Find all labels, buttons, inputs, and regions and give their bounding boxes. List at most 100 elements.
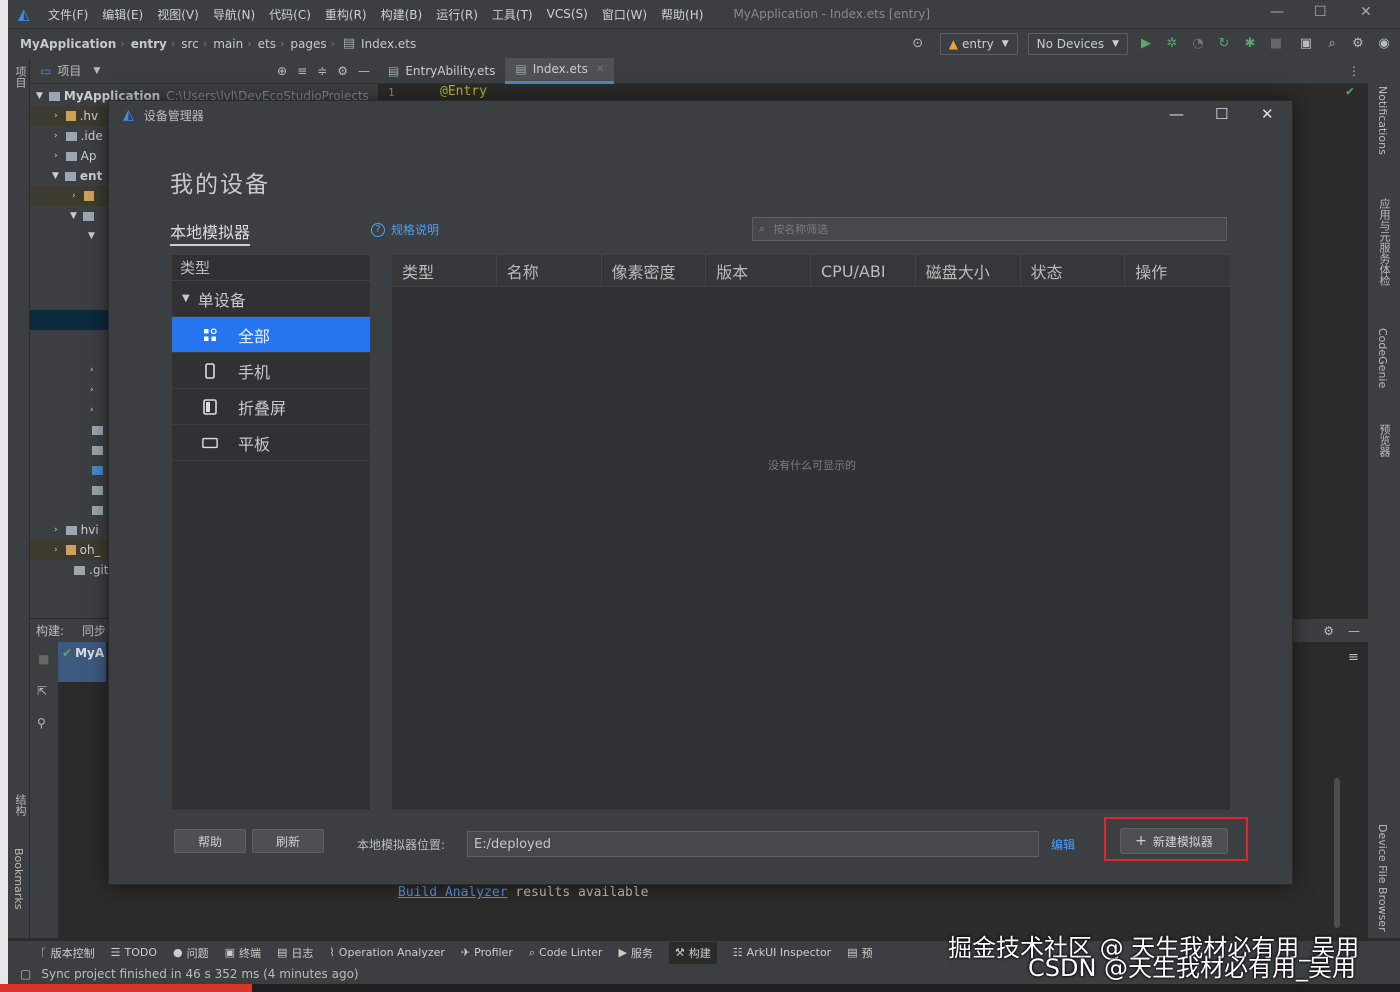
device-select[interactable]: No Devices ▼: [1027, 32, 1128, 55]
category-tablet[interactable]: 平板: [172, 425, 370, 461]
menu-view[interactable]: 视图(V): [157, 6, 199, 23]
column-status[interactable]: 状态: [1021, 255, 1126, 287]
open-external-icon[interactable]: ⇱: [37, 684, 47, 698]
build-analyzer-link[interactable]: Build Analyzer: [398, 885, 508, 900]
run-icon[interactable]: ▶: [1138, 36, 1154, 52]
menu-code[interactable]: 代码(C): [269, 6, 311, 23]
locate-icon[interactable]: ⊕: [277, 64, 287, 78]
stripe-app-check-tab[interactable]: 应用与元服务体检: [1376, 198, 1392, 286]
edit-link[interactable]: 编辑: [1051, 836, 1075, 853]
breadcrumb-pages[interactable]: pages: [290, 37, 326, 51]
tool-build[interactable]: ⚒ 构建: [668, 941, 717, 964]
tool-arkui-inspector[interactable]: ☷ ArkUI Inspector: [733, 946, 831, 959]
stripe-codegenie-tab[interactable]: CodeGenie: [1376, 328, 1389, 388]
tool-log[interactable]: ▤ 日志: [277, 945, 313, 961]
column-actions[interactable]: 操作: [1125, 255, 1230, 287]
new-emulator-button[interactable]: + 新建模拟器: [1120, 828, 1228, 854]
hide-icon[interactable]: —: [358, 64, 370, 78]
menu-help[interactable]: 帮助(H): [661, 6, 703, 23]
debug-icon[interactable]: ✲: [1164, 36, 1180, 52]
scrollbar[interactable]: [1334, 778, 1340, 928]
tool-problems[interactable]: ● 问题: [173, 945, 209, 961]
profile-icon[interactable]: ✱: [1242, 36, 1258, 52]
column-cpu-abi[interactable]: CPU/ABI: [811, 255, 916, 287]
editor-area[interactable]: 1 @Entry ✔: [378, 84, 1368, 100]
category-foldable[interactable]: 折叠屏: [172, 389, 370, 425]
hide-icon[interactable]: —: [1348, 624, 1360, 638]
tool-code-linter[interactable]: ⌕ Code Linter: [529, 946, 603, 960]
account-icon[interactable]: ◉: [1376, 36, 1392, 52]
menu-tools[interactable]: 工具(T): [492, 6, 533, 23]
maximize-icon[interactable]: ☐: [1314, 4, 1327, 20]
column-type[interactable]: 类型: [392, 255, 497, 287]
status-toggle-icon[interactable]: ▢: [20, 967, 31, 981]
tool-preview[interactable]: ▤ 预: [847, 945, 872, 961]
gear-icon[interactable]: ⚙: [1323, 624, 1334, 638]
column-name[interactable]: 名称: [497, 255, 602, 287]
refresh-button[interactable]: 刷新: [252, 829, 324, 853]
menu-refactor[interactable]: 重构(R): [325, 6, 367, 23]
gear-icon[interactable]: ⚙: [337, 64, 348, 78]
stripe-project-tab[interactable]: 项目: [12, 66, 28, 88]
stripe-notifications-tab[interactable]: Notifications: [1376, 86, 1389, 155]
menu-edit[interactable]: 编辑(E): [102, 6, 143, 23]
tool-todo[interactable]: ☰ TODO: [111, 946, 157, 959]
search-icon[interactable]: ⌕: [1324, 36, 1340, 52]
help-button[interactable]: 帮助: [174, 829, 246, 853]
menu-file[interactable]: 文件(F): [48, 6, 88, 23]
more-icon[interactable]: ⋮: [1348, 64, 1360, 78]
menu-vcs[interactable]: VCS(S): [547, 7, 588, 21]
search-input[interactable]: ⌕ 按名称筛选: [752, 217, 1227, 241]
breadcrumb-src[interactable]: src: [181, 37, 199, 51]
minimize-icon[interactable]: —: [1169, 105, 1184, 123]
build-sync-tab[interactable]: 同步: [82, 622, 106, 639]
breadcrumb-module[interactable]: entry: [131, 37, 167, 51]
tool-operation-analyzer[interactable]: ⌇ Operation Analyzer: [329, 946, 444, 959]
column-density[interactable]: 像素密度: [602, 255, 707, 287]
reload-icon[interactable]: ↻: [1216, 36, 1232, 52]
tool-profiler[interactable]: ✈ Profiler: [461, 946, 513, 959]
tool-vcs[interactable]: ᚴ 版本控制: [40, 945, 95, 961]
column-disk-size[interactable]: 磁盘大小: [916, 255, 1021, 287]
category-all[interactable]: 全部: [172, 317, 370, 353]
device-manager-icon[interactable]: ▣: [1298, 36, 1314, 52]
close-tab-icon[interactable]: ✕: [596, 64, 604, 75]
stop-icon[interactable]: ■: [1268, 36, 1284, 52]
stripe-previewer-tab[interactable]: 预览器: [1376, 424, 1392, 457]
tool-services[interactable]: ▶ 服务: [618, 945, 652, 961]
spec-link[interactable]: ? 规格说明: [371, 221, 439, 238]
menu-run[interactable]: 运行(R): [436, 6, 478, 23]
menu-navigate[interactable]: 导航(N): [213, 6, 255, 23]
collapse-all-icon[interactable]: ≑: [317, 64, 327, 78]
close-icon[interactable]: ✕: [1261, 105, 1274, 123]
breadcrumb-ets[interactable]: ets: [258, 37, 276, 51]
soft-wrap-icon[interactable]: ≡: [1348, 650, 1359, 665]
minimize-icon[interactable]: —: [1270, 4, 1284, 20]
menu-window[interactable]: 窗口(W): [602, 6, 647, 23]
breadcrumb-project[interactable]: MyApplication: [20, 37, 116, 51]
stop-icon[interactable]: ■: [38, 652, 49, 666]
close-icon[interactable]: ✕: [1360, 4, 1372, 20]
chevron-down-icon[interactable]: ▼: [93, 66, 100, 76]
run-config-select[interactable]: ▲ entry ▼: [939, 32, 1018, 55]
tab-entryability[interactable]: ▤ EntryAbility.ets: [378, 58, 505, 84]
attach-icon[interactable]: ◔: [1190, 36, 1206, 52]
menu-build[interactable]: 构建(B): [381, 6, 423, 23]
gear-icon[interactable]: ⚙: [1350, 36, 1366, 52]
breadcrumb-main[interactable]: main: [213, 37, 243, 51]
build-tree-item[interactable]: ✔ MyA: [58, 642, 106, 682]
expand-all-icon[interactable]: ≡: [297, 64, 307, 78]
group-single-device[interactable]: ▼ 单设备: [172, 281, 370, 317]
project-panel-title[interactable]: 项目: [57, 62, 81, 79]
maximize-icon[interactable]: ☐: [1215, 105, 1228, 123]
pin-icon[interactable]: ⚲: [37, 716, 46, 730]
stripe-device-file-browser-tab[interactable]: Device File Browser: [1376, 824, 1389, 932]
breadcrumb-file[interactable]: Index.ets: [361, 37, 416, 51]
tool-terminal[interactable]: ▣ 终端: [225, 945, 261, 961]
target-icon[interactable]: ⊙: [910, 36, 926, 52]
location-field[interactable]: E:/deployed: [467, 831, 1039, 857]
tab-index[interactable]: ▤ Index.ets ✕: [505, 57, 615, 84]
stripe-bookmarks-tab[interactable]: Bookmarks: [12, 848, 25, 909]
category-phone[interactable]: 手机: [172, 353, 370, 389]
tab-local-emulator[interactable]: 本地模拟器: [170, 219, 251, 246]
